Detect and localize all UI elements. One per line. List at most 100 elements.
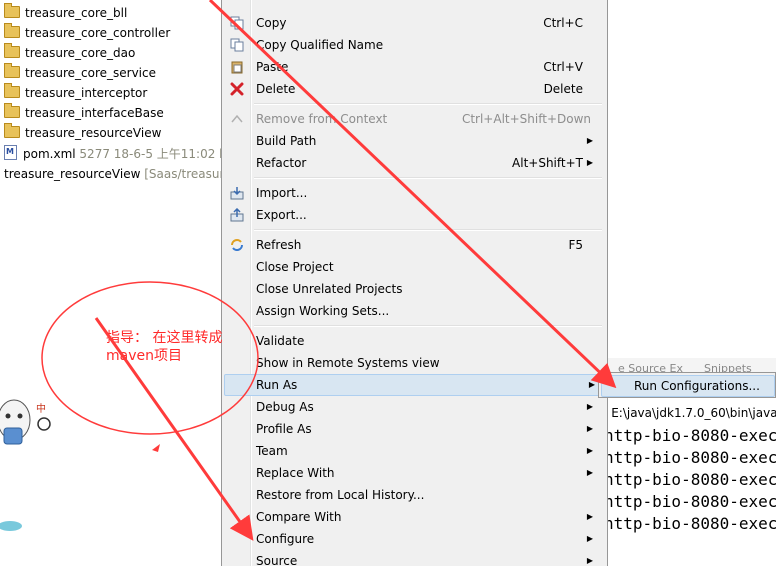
tree-item[interactable]: treasure_core_bll (4, 3, 128, 22)
menu-item-remove-from-context: Remove from Context Ctrl+Alt+Shift+Down (224, 108, 605, 130)
tree-item-label: treasure_interceptor (25, 86, 148, 100)
tree-item-label: treasure_core_dao (25, 46, 136, 60)
menu-item-label: Delete (256, 82, 296, 96)
tree-item[interactable]: treasure_core_dao (4, 43, 136, 62)
menu-item-label: Refresh (256, 238, 302, 252)
menu-item-assign-working-sets[interactable]: Assign Working Sets... (224, 300, 605, 322)
menu-item-validate[interactable]: Validate (224, 330, 605, 352)
menu-item-label: Team (256, 444, 288, 458)
menu-item-label: Build Path (256, 134, 317, 148)
submenu-arrow-icon: ▶ (586, 468, 593, 477)
submenu-arrow-icon: ▶ (588, 380, 595, 389)
menu-item-label: Export... (256, 208, 307, 222)
menu-item-close-unrelated-projects[interactable]: Close Unrelated Projects (224, 278, 605, 300)
tree-item-label: treasure_resourceView (25, 126, 162, 140)
menu-item-label: Replace With (256, 466, 335, 480)
folder-icon (4, 103, 20, 118)
folder-icon (4, 123, 20, 138)
menu-item-label: Paste (256, 60, 289, 74)
menu-item-label: Close Unrelated Projects (256, 282, 403, 296)
folder-icon (4, 23, 20, 38)
console-line: http-bio-8080-exec (604, 492, 776, 511)
menu-item-label: Copy (256, 16, 287, 30)
menu-separator (254, 177, 602, 179)
tree-item-label: pom.xml (23, 147, 76, 161)
submenu-arrow-icon: ▶ (586, 556, 593, 565)
file-meta: 5277 18-6-5 上午11:02 l (79, 147, 223, 161)
tree-item[interactable]: treasure_interceptor (4, 83, 148, 102)
folder-icon (4, 3, 20, 18)
menu-item-copy[interactable]: Copy Ctrl+C (224, 12, 605, 34)
annotation-line-1: 指导： 在这里转成 (106, 330, 223, 346)
menu-separator (254, 229, 602, 231)
remove-context-icon (231, 114, 243, 123)
menu-item-source[interactable]: Source ▶ (224, 550, 605, 572)
menu-item-shortcut: Alt+Shift+T (512, 156, 583, 170)
export-icon (230, 208, 244, 222)
paste-icon (231, 61, 243, 74)
folder-icon (4, 43, 20, 58)
menu-item-label: Run Configurations... (634, 379, 760, 393)
menu-item-paste[interactable]: Paste Ctrl+V (224, 56, 605, 78)
console-path: t] E:\java\jdk1.7.0_60\bin\javaw (598, 406, 776, 420)
menu-item-debug-as[interactable]: Debug As ▶ (224, 396, 605, 418)
tree-item[interactable]: treasure_core_service (4, 63, 156, 82)
submenu-arrow-icon: ▶ (586, 446, 593, 455)
menu-item-close-project[interactable]: Close Project (224, 256, 605, 278)
submenu-arrow-icon: ▶ (586, 512, 593, 521)
menu-item-shortcut: Ctrl+V (543, 60, 583, 74)
menu-item-run-configurations[interactable]: Run Configurations... (601, 375, 775, 397)
menu-item-refresh[interactable]: Refresh F5 (224, 234, 605, 256)
menu-item-label: Remove from Context (256, 112, 388, 126)
delete-icon (230, 82, 244, 96)
menu-item-build-path[interactable]: Build Path ▶ (224, 130, 605, 152)
menu-item-label: Refactor (256, 156, 307, 170)
menu-item-label: Configure (256, 532, 315, 546)
tree-item[interactable]: treasure_resourceView (4, 123, 162, 142)
xml-file-icon (4, 145, 17, 160)
menu-item-label: Assign Working Sets... (256, 304, 390, 318)
menu-item-shortcut: F5 (568, 238, 583, 252)
tree-item-label: treasure_interfaceBase (25, 106, 164, 120)
menu-item-export[interactable]: Export... (224, 204, 605, 226)
submenu-arrow-icon: ▶ (586, 158, 593, 167)
small-arrowhead-icon (152, 444, 160, 452)
tree-item[interactable]: treasure_core_controller (4, 23, 171, 42)
menu-item-refactor[interactable]: Refactor Alt+Shift+T ▶ (224, 152, 605, 174)
menu-item-label: Validate (256, 334, 305, 348)
menu-item-delete[interactable]: Delete Delete (224, 78, 605, 100)
console-line: http-bio-8080-exec (604, 448, 776, 467)
project-explorer: treasure_core_bll treasure_core_controll… (0, 0, 232, 190)
tree-item-label: treasure_core_bll (25, 6, 128, 20)
tree-item[interactable]: treasure_interfaceBase (4, 103, 164, 122)
menu-item-replace-with[interactable]: Replace With ▶ (224, 462, 605, 484)
menu-item-label: Import... (256, 186, 308, 200)
mascot-sticker-icon: 中 (0, 399, 51, 445)
console-line: http-bio-8080-exec (604, 470, 776, 489)
menu-item-profile-as[interactable]: Profile As ▶ (224, 418, 605, 440)
menu-item-label: Debug As (256, 400, 314, 414)
refresh-icon (231, 239, 243, 251)
copy-qualified-icon (230, 38, 244, 52)
menu-item-configure[interactable]: Configure ▶ (224, 528, 605, 550)
project-meta: [Saas/treasure (144, 167, 232, 181)
menu-item-show-in-remote-systems[interactable]: Show in Remote Systems view (224, 352, 605, 374)
annotation-text: 指导： 在这里转成 maven项目 (106, 329, 256, 365)
submenu-arrow-icon: ▶ (586, 402, 593, 411)
menu-item-team[interactable]: Team ▶ (224, 440, 605, 462)
menu-item-run-as[interactable]: Run As ▶ (224, 374, 607, 396)
tree-item-label: treasure_core_controller (25, 26, 171, 40)
submenu-arrow-icon: ▶ (586, 424, 593, 433)
menu-item-restore-local-history[interactable]: Restore from Local History... (224, 484, 605, 506)
tree-item-pom[interactable]: pom.xml 5277 18-6-5 上午11:02 l (4, 145, 223, 163)
menu-item-label: Run As (256, 378, 298, 392)
context-menu: Copy Ctrl+C Copy Qualified Name Paste Ct… (221, 0, 608, 568)
import-icon (230, 187, 244, 200)
tree-item-project[interactable]: treasure_resourceView [Saas/treasure (4, 165, 232, 183)
menu-item-copy-qualified-name[interactable]: Copy Qualified Name (224, 34, 605, 56)
menu-item-import[interactable]: Import... (224, 182, 605, 204)
menu-item-label: Close Project (256, 260, 334, 274)
annotation-line-2: maven项目 (106, 348, 182, 364)
menu-item-compare-with[interactable]: Compare With ▶ (224, 506, 605, 528)
menu-item-label: Restore from Local History... (256, 488, 425, 502)
